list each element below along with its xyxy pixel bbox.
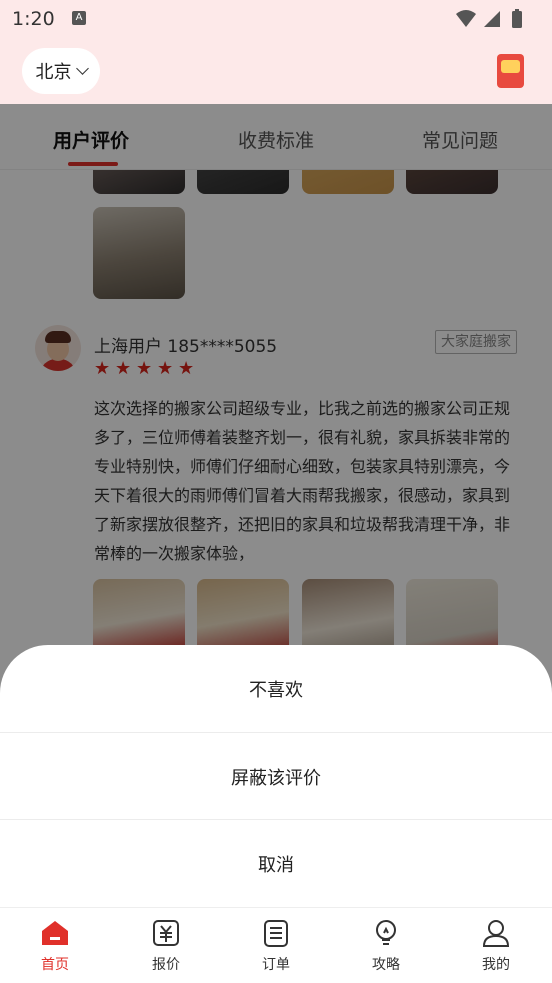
city-label: 北京 xyxy=(35,62,72,83)
nav-label: 我的 xyxy=(482,957,510,973)
user-icon xyxy=(481,918,511,948)
price-icon xyxy=(151,918,181,948)
nav-label: 订单 xyxy=(262,957,290,973)
nav-guide[interactable]: 攻略 xyxy=(351,918,421,974)
bulb-icon-svg xyxy=(376,920,396,945)
status-bar: 1:20 A xyxy=(0,0,552,40)
red-envelope-icon[interactable] xyxy=(497,54,524,88)
dislike-option[interactable]: 不喜欢 xyxy=(0,645,552,732)
signal-battery-icon xyxy=(456,9,522,28)
block-review-option[interactable]: 屏蔽该评价 xyxy=(0,733,552,820)
order-icon-svg xyxy=(264,920,288,947)
city-selector[interactable]: 北京 xyxy=(22,48,100,94)
nav-label: 攻略 xyxy=(372,957,400,973)
order-icon xyxy=(261,918,291,948)
red-envelope-flap xyxy=(501,60,520,73)
action-sheet: 不喜欢 屏蔽该评价 取消 xyxy=(0,645,552,907)
status-time: 1:20 xyxy=(12,8,55,30)
header: 北京 xyxy=(0,40,552,104)
status-icons xyxy=(454,8,534,30)
user-icon-svg xyxy=(482,920,510,947)
bottom-nav: 首页 报价 订单 攻略 我的 xyxy=(0,907,552,983)
price-icon-svg xyxy=(153,920,179,946)
nav-label: 首页 xyxy=(41,957,69,973)
nav-price[interactable]: 报价 xyxy=(131,918,201,974)
notification-a-icon: A xyxy=(72,11,86,25)
nav-mine[interactable]: 我的 xyxy=(461,918,531,974)
cancel-option[interactable]: 取消 xyxy=(0,820,552,907)
bulb-icon xyxy=(371,918,401,948)
nav-label: 报价 xyxy=(152,957,180,973)
nav-home[interactable]: 首页 xyxy=(20,918,90,974)
home-icon xyxy=(40,918,70,948)
home-icon-svg xyxy=(42,921,68,945)
chevron-down-icon xyxy=(75,62,89,75)
nav-orders[interactable]: 订单 xyxy=(241,918,311,974)
